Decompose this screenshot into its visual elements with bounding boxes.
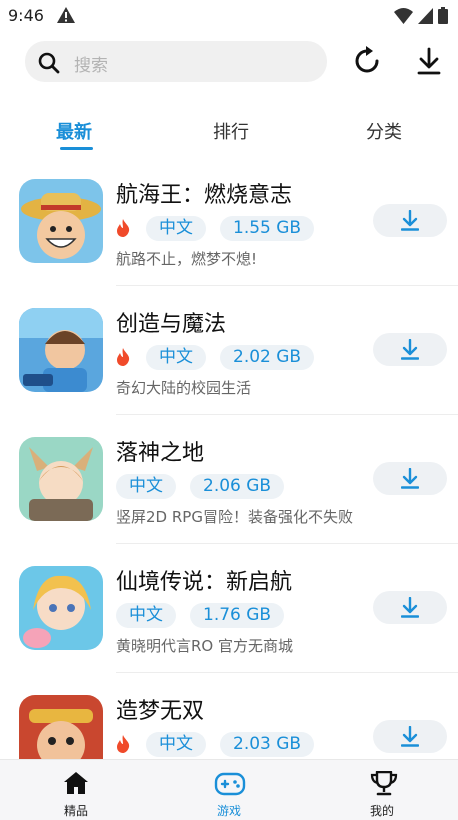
refresh-button[interactable]: [352, 46, 384, 78]
tab-latest[interactable]: 最新: [56, 118, 92, 144]
app-icon: [19, 179, 103, 263]
fire-icon: [116, 348, 130, 366]
search-icon: [38, 52, 60, 78]
app-title: 航海王：燃烧意志: [116, 183, 293, 208]
app-title: 创造与魔法: [116, 312, 227, 337]
status-bar: 9:46: [0, 0, 458, 32]
download-button[interactable]: [373, 333, 447, 366]
cellular-icon: [418, 7, 433, 28]
status-time: 9:46: [8, 6, 44, 25]
refresh-icon: [352, 46, 382, 80]
app-icon: [19, 566, 103, 650]
tag-row: 中文 1.55 GB: [116, 215, 328, 241]
app-title: 造梦无双: [116, 699, 205, 724]
list-item[interactable]: 航海王：燃烧意志 中文 1.55 GB 航路不止，燃梦不熄!: [0, 157, 458, 286]
size-tag: 2.02 GB: [220, 344, 315, 370]
app-icon: [19, 308, 103, 392]
bottom-nav: 精品 游戏 我的: [0, 759, 458, 820]
nav-label: 我的: [369, 804, 394, 818]
status-icons: [394, 7, 448, 28]
language-tag: 中文: [146, 344, 206, 370]
nav-item-games[interactable]: 游戏: [153, 760, 305, 820]
app-icon: [19, 437, 103, 521]
size-tag: 1.55 GB: [220, 215, 315, 241]
tab-category[interactable]: 分类: [366, 118, 402, 144]
tab-underline: [60, 147, 93, 150]
fire-icon: [116, 735, 130, 753]
app-description: 奇幻大陆的校园生活: [116, 379, 252, 397]
app-description: 航路不止，燃梦不熄!: [116, 250, 258, 268]
nav-item-featured[interactable]: 精品: [0, 760, 152, 820]
nav-label: 精品: [63, 804, 88, 818]
search-input[interactable]: 搜索: [25, 41, 327, 82]
trophy-icon: [369, 770, 399, 801]
nav-label: 游戏: [216, 804, 241, 818]
wifi-icon: [394, 7, 413, 28]
download-button[interactable]: [373, 720, 447, 753]
download-button[interactable]: [373, 204, 447, 237]
app-title: 落神之地: [116, 441, 205, 466]
list-item[interactable]: 创造与魔法 中文 2.02 GB 奇幻大陆的校园生活: [0, 286, 458, 415]
app-description: 黄晓明代言RO 官方无商城: [116, 637, 293, 655]
fire-icon: [116, 219, 130, 237]
home-icon: [63, 771, 89, 799]
search-placeholder: 搜索: [74, 56, 108, 76]
tag-row: 中文 2.06 GB: [116, 473, 298, 499]
language-tag: 中文: [146, 215, 206, 241]
language-tag: 中文: [146, 731, 206, 757]
tag-row: 中文 1.76 GB: [116, 602, 298, 628]
download-icon: [416, 47, 442, 80]
tag-row: 中文 2.03 GB: [116, 731, 328, 757]
size-tag: 2.03 GB: [220, 731, 315, 757]
app-description: 竖屏2D RPG冒险！装备强化不失败: [116, 508, 353, 526]
nav-item-mine[interactable]: 我的: [306, 760, 458, 820]
download-button[interactable]: [373, 591, 447, 624]
list-item[interactable]: 落神之地 中文 2.06 GB 竖屏2D RPG冒险！装备强化不失败: [0, 415, 458, 544]
tab-ranking[interactable]: 排行: [213, 118, 249, 144]
size-tag: 2.06 GB: [190, 473, 285, 499]
app-title: 仙境传说：新启航: [116, 570, 293, 595]
gamepad-icon: [214, 771, 246, 801]
battery-icon: [438, 7, 448, 28]
download-manager-button[interactable]: [416, 46, 446, 78]
language-tag: 中文: [116, 602, 176, 628]
list-item[interactable]: 仙境传说：新启航 中文 1.76 GB 黄晓明代言RO 官方无商城: [0, 544, 458, 673]
category-tabs: 最新 排行 分类: [0, 116, 458, 156]
language-tag: 中文: [116, 473, 176, 499]
warning-icon: [57, 7, 75, 27]
download-button[interactable]: [373, 462, 447, 495]
tag-row: 中文 2.02 GB: [116, 344, 328, 370]
size-tag: 1.76 GB: [190, 602, 285, 628]
